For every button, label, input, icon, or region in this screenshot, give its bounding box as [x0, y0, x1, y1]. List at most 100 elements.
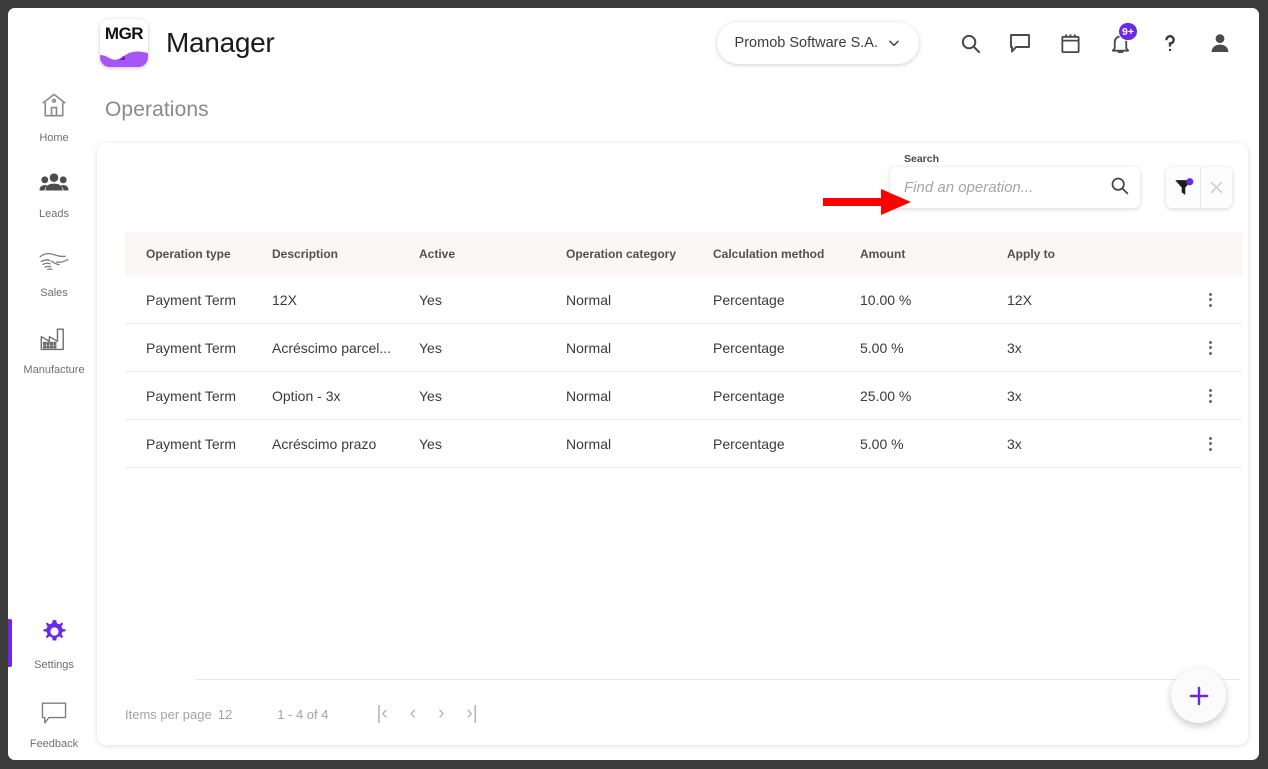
chat-bubble-icon — [39, 700, 69, 731]
cell-active: Yes — [419, 387, 442, 404]
search-and-filter: Search — [890, 153, 1232, 208]
row-menu-icon[interactable] — [1205, 289, 1216, 311]
table-row[interactable]: Payment Term Acréscimo parcel... Yes Nor… — [125, 324, 1242, 372]
chat-icon[interactable] — [995, 18, 1045, 68]
search-submit-icon[interactable] — [1109, 175, 1130, 201]
search-input[interactable] — [904, 179, 1109, 196]
cell-active: Yes — [419, 339, 442, 356]
cell-apply-to: 3x — [1007, 387, 1022, 404]
cell-amount: 25.00 % — [860, 387, 912, 404]
cell-apply-to: 3x — [1007, 435, 1022, 452]
sidebar-item-feedback[interactable]: Feedback — [8, 686, 100, 760]
cell-apply-to: 3x — [1007, 339, 1022, 356]
sidebar-item-home[interactable]: Home — [8, 78, 100, 156]
cell-description: Acréscimo prazo — [272, 435, 377, 452]
sidebar-item-leads[interactable]: Leads — [8, 156, 100, 234]
factory-icon — [39, 326, 69, 357]
cell-operation-category: Normal — [566, 291, 612, 308]
search-field[interactable]: Search — [890, 153, 1140, 208]
filter-group — [1166, 167, 1232, 208]
help-icon[interactable] — [1145, 18, 1195, 68]
prev-page-button[interactable]: ‹ — [410, 703, 416, 725]
row-menu-icon[interactable] — [1205, 337, 1216, 359]
app-header: MGR Manager Promob Software S.A. 9+ — [8, 8, 1259, 78]
filter-button[interactable] — [1166, 167, 1200, 208]
logo-text: MGR — [104, 24, 144, 43]
column-header-calculation-method: Calculation method — [713, 247, 825, 261]
sidebar-item-sales[interactable]: Sales — [8, 234, 100, 312]
app-title: Manager — [166, 27, 275, 58]
sidebar-item-settings[interactable]: Settings — [8, 605, 100, 683]
last-page-button[interactable]: ›| — [466, 703, 477, 725]
operations-card: Search Find an operation... Operation ty… — [97, 143, 1248, 745]
column-header-amount: Amount — [860, 247, 906, 261]
clear-filter-button[interactable] — [1201, 167, 1232, 208]
sidebar-item-label: Feedback — [29, 738, 79, 750]
cell-operation-type: Payment Term — [146, 339, 236, 356]
search-label: Search — [904, 153, 940, 165]
column-header-active: Active — [419, 247, 456, 261]
active-indicator — [8, 619, 12, 667]
company-name: Promob Software S.A. — [734, 35, 878, 51]
plus-icon — [1189, 686, 1208, 705]
cell-calculation-method: Percentage — [713, 387, 785, 404]
bell-icon[interactable]: 9+ — [1095, 18, 1145, 68]
chevron-down-icon — [887, 36, 901, 50]
cell-operation-category: Normal — [566, 387, 612, 404]
table-row[interactable]: Payment Term 12X Yes Normal Percentage 1… — [125, 276, 1242, 324]
logo-shape-icon — [100, 51, 148, 67]
column-header-operation-type: Operation type — [146, 247, 231, 261]
calendar-icon[interactable] — [1045, 18, 1095, 68]
cell-operation-category: Normal — [566, 435, 612, 452]
application-window: MGR Manager Promob Software S.A. 9+ Home… — [8, 8, 1259, 760]
operations-table: Operation type Description Active Operat… — [125, 232, 1242, 468]
company-selector[interactable]: Promob Software S.A. — [716, 22, 919, 64]
cell-calculation-method: Percentage — [713, 291, 785, 308]
sidebar-item-label: Settings — [34, 658, 74, 671]
column-header-operation-category: Operation category — [566, 247, 677, 261]
brand: MGR Manager — [100, 19, 275, 67]
table-row[interactable]: Payment Term Option - 3x Yes Normal Perc… — [125, 372, 1242, 420]
cell-description: Option - 3x — [272, 387, 341, 404]
sidebar-item-manufacture[interactable]: Manufacture — [8, 312, 100, 390]
footer-divider — [195, 679, 1240, 680]
sidebar-item-label: Home — [39, 132, 69, 144]
cell-operation-type: Payment Term — [146, 387, 236, 404]
cell-operation-type: Payment Term — [146, 291, 236, 308]
close-icon — [1210, 181, 1223, 194]
first-page-button[interactable]: |‹ — [377, 703, 388, 725]
home-icon — [39, 90, 69, 125]
column-header-apply-to: Apply to — [1007, 247, 1055, 261]
pagination-range: 1 - 4 of 4 — [277, 706, 329, 722]
header-actions: Promob Software S.A. 9+ — [716, 8, 1245, 78]
add-operation-button[interactable] — [1171, 668, 1226, 723]
cell-amount: 5.00 % — [860, 339, 904, 356]
cell-active: Yes — [419, 435, 442, 452]
mgr-logo: MGR — [100, 19, 148, 67]
cell-amount: 5.00 % — [860, 435, 904, 452]
pagination: Items per page 12 1 - 4 of 4 |‹ ‹ › ›| — [125, 692, 478, 736]
notification-badge: 9+ — [1118, 22, 1138, 41]
row-menu-icon[interactable] — [1205, 385, 1216, 407]
table-row[interactable]: Payment Term Acréscimo prazo Yes Normal … — [125, 420, 1242, 468]
page-title: Operations — [105, 98, 209, 121]
search-icon[interactable] — [945, 18, 995, 68]
cell-calculation-method: Percentage — [713, 435, 785, 452]
gear-icon — [40, 618, 69, 652]
handshake-icon — [38, 247, 70, 280]
cell-apply-to: 12X — [1007, 291, 1032, 308]
sidebar-item-label: Leads — [39, 208, 69, 220]
cell-operation-category: Normal — [566, 339, 612, 356]
items-per-page-select[interactable]: 12 — [218, 707, 232, 722]
user-icon[interactable] — [1195, 18, 1245, 68]
cell-description: Acréscimo parcel... — [272, 339, 392, 356]
funnel-icon — [1174, 178, 1193, 195]
sidebar-item-label: Manufacture — [23, 364, 85, 376]
cell-amount: 10.00 % — [860, 291, 912, 308]
column-header-description: Description — [272, 247, 339, 261]
table-header-row: Operation type Description Active Operat… — [125, 232, 1242, 276]
row-menu-icon[interactable] — [1205, 433, 1216, 455]
cell-operation-type: Payment Term — [146, 435, 236, 452]
next-page-button[interactable]: › — [438, 703, 444, 725]
cell-calculation-method: Percentage — [713, 339, 785, 356]
